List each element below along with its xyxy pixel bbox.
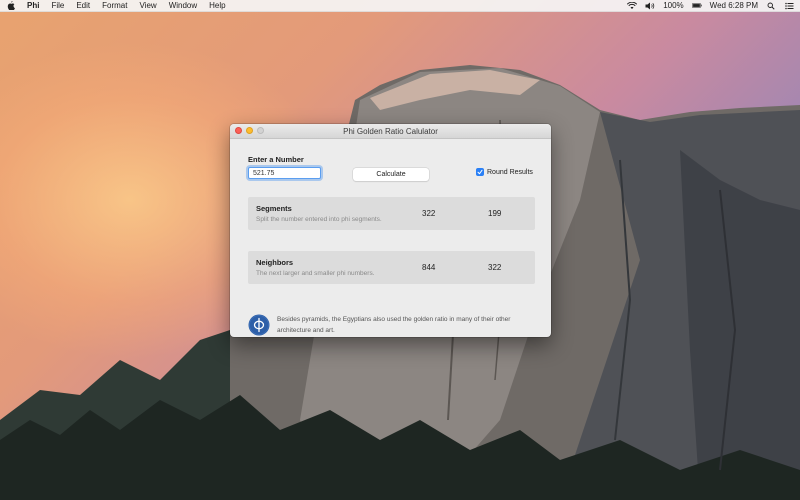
close-button[interactable] bbox=[235, 127, 242, 134]
segments-description: Split the number entered into phi segmen… bbox=[256, 216, 382, 223]
menu-help[interactable]: Help bbox=[209, 1, 225, 10]
menu-view[interactable]: View bbox=[139, 1, 156, 10]
desktop: Phi File Edit Format View Window Help 10… bbox=[0, 0, 800, 500]
menu-format[interactable]: Format bbox=[102, 1, 127, 10]
neighbors-description: The next larger and smaller phi numbers. bbox=[256, 270, 375, 277]
round-results-option[interactable]: Round Results bbox=[476, 168, 533, 176]
wifi-icon[interactable] bbox=[627, 1, 638, 10]
zoom-button[interactable] bbox=[257, 127, 264, 134]
window-controls bbox=[235, 127, 264, 134]
segments-larger-value: 322 bbox=[422, 209, 436, 218]
number-label: Enter a Number bbox=[248, 155, 304, 164]
checkmark-icon bbox=[477, 169, 483, 175]
segments-smaller-value: 199 bbox=[488, 209, 502, 218]
round-results-checkbox[interactable] bbox=[476, 168, 484, 176]
menu-window[interactable]: Window bbox=[169, 1, 197, 10]
round-results-label[interactable]: Round Results bbox=[487, 169, 533, 176]
neighbors-panel: Neighbors The next larger and smaller ph… bbox=[248, 251, 535, 284]
menu-bar: Phi File Edit Format View Window Help 10… bbox=[0, 0, 800, 12]
neighbors-smaller-value: 322 bbox=[488, 263, 502, 272]
fact-text: Besides pyramids, the Egyptians also use… bbox=[277, 316, 511, 334]
volume-icon[interactable] bbox=[645, 2, 655, 10]
phi-icon bbox=[248, 314, 270, 336]
title-bar[interactable]: Phi Golden Ratio Calulator bbox=[230, 124, 551, 139]
calculator-window: Phi Golden Ratio Calulator Enter a Numbe… bbox=[230, 124, 551, 337]
number-input[interactable] bbox=[248, 167, 321, 179]
clock[interactable]: Wed 6:28 PM bbox=[710, 1, 758, 10]
notification-center-icon[interactable] bbox=[784, 2, 794, 10]
battery-percent[interactable]: 100% bbox=[663, 1, 683, 10]
neighbors-larger-value: 844 bbox=[422, 263, 436, 272]
battery-icon[interactable] bbox=[691, 2, 702, 10]
menu-file[interactable]: File bbox=[51, 1, 64, 10]
menu-edit[interactable]: Edit bbox=[76, 1, 90, 10]
spotlight-search-icon[interactable] bbox=[766, 2, 776, 10]
segments-panel: Segments Split the number entered into p… bbox=[248, 197, 535, 230]
neighbors-title: Neighbors bbox=[256, 258, 294, 267]
window-title: Phi Golden Ratio Calulator bbox=[343, 126, 438, 136]
calculate-button[interactable]: Calculate bbox=[353, 168, 429, 181]
minimize-button[interactable] bbox=[246, 127, 253, 134]
apple-icon[interactable] bbox=[6, 1, 15, 11]
fact-footer: Besides pyramids, the Egyptians also use… bbox=[248, 314, 538, 336]
app-menu-phi[interactable]: Phi bbox=[27, 1, 39, 10]
segments-title: Segments bbox=[256, 204, 292, 213]
